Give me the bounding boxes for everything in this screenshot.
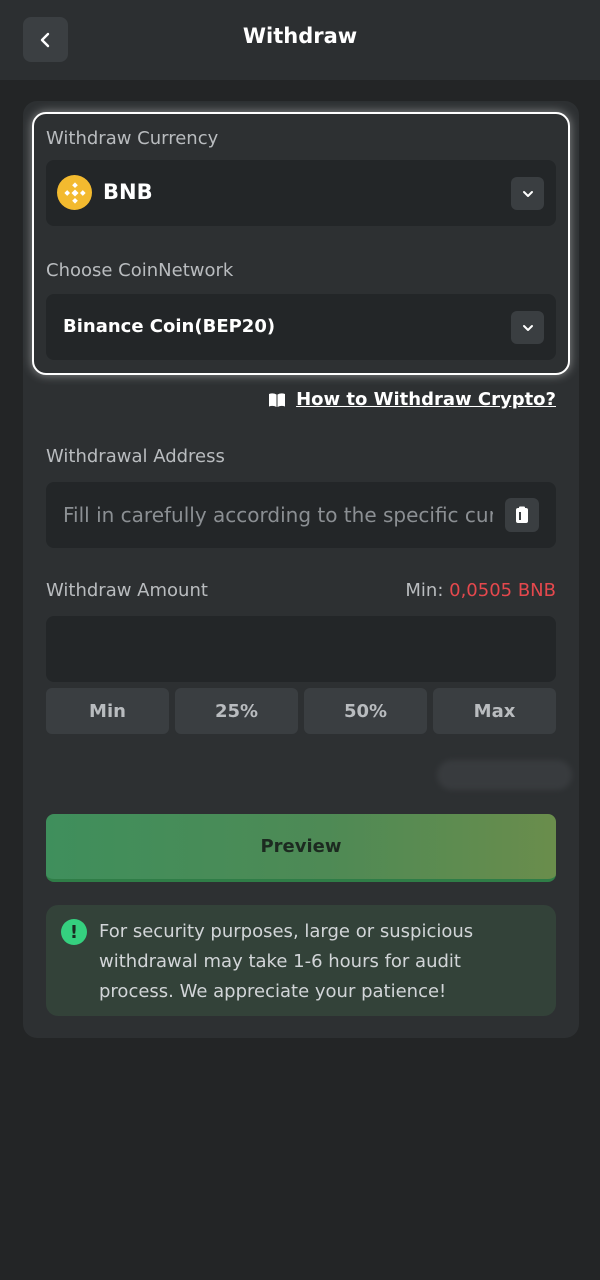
notice-text: For security purposes, large or suspicio… — [99, 921, 474, 1002]
chevron-down-icon — [522, 190, 533, 197]
preview-button[interactable]: Preview — [46, 814, 556, 882]
book-icon — [269, 392, 286, 407]
selected-network: Binance Coin(BEP20) — [63, 316, 276, 337]
quick-max-button[interactable]: Max — [433, 688, 556, 734]
currency-dropdown-toggle[interactable] — [511, 177, 544, 210]
top-bar: Withdraw — [0, 0, 600, 80]
quick-min-button[interactable]: Min — [46, 688, 169, 734]
address-field — [46, 482, 556, 548]
quick-50-button[interactable]: 50% — [304, 688, 427, 734]
blurred-balance — [437, 760, 572, 790]
withdrawal-address-label: Withdrawal Address — [46, 446, 225, 467]
bnb-icon — [57, 175, 92, 210]
quick-amount-row: Min 25% 50% Max — [46, 688, 556, 734]
security-notice: ! For security purposes, large or suspic… — [46, 905, 556, 1016]
min-label: Min: — [405, 580, 444, 601]
chevron-down-icon — [522, 324, 533, 331]
quick-25-button[interactable]: 25% — [175, 688, 298, 734]
exclamation-icon: ! — [61, 919, 87, 945]
page-title: Withdraw — [242, 24, 358, 48]
withdrawal-address-input[interactable] — [63, 482, 493, 548]
paste-address-button[interactable] — [505, 498, 539, 532]
how-to-withdraw[interactable]: How to Withdraw Crypto? — [268, 389, 556, 410]
minimum-amount: Min: 0,0505 BNB — [405, 580, 556, 601]
network-dropdown-toggle[interactable] — [511, 311, 544, 344]
withdraw-amount-label: Withdraw Amount — [46, 580, 208, 601]
selected-currency: BNB — [103, 180, 153, 204]
withdraw-currency-label: Withdraw Currency — [46, 128, 219, 149]
network-select[interactable]: Binance Coin(BEP20) — [46, 294, 556, 360]
coin-network-label: Choose CoinNetwork — [46, 260, 234, 281]
min-value: 0,0505 BNB — [449, 580, 556, 601]
withdraw-amount-input[interactable] — [63, 616, 539, 682]
clipboard-icon — [516, 506, 528, 523]
currency-select[interactable]: BNB — [46, 160, 556, 226]
how-to-withdraw-link[interactable]: How to Withdraw Crypto? — [296, 389, 556, 410]
amount-field — [46, 616, 556, 682]
